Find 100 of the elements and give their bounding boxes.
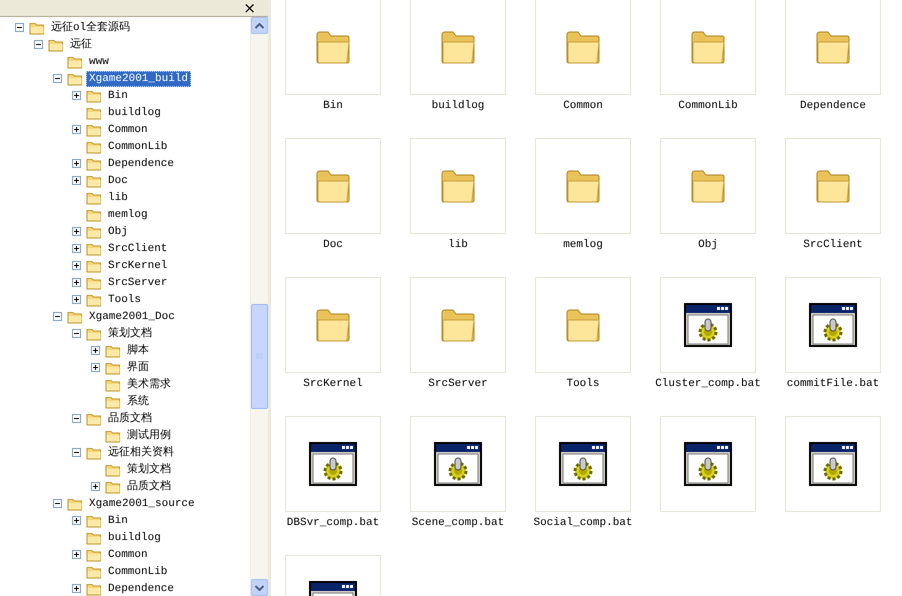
expand-toggle[interactable] — [89, 482, 102, 491]
file-thumbnail[interactable] — [285, 138, 381, 234]
file-thumbnail[interactable] — [535, 0, 631, 95]
tree-item-label[interactable]: 脚本 — [124, 342, 152, 358]
file-thumbnail[interactable] — [285, 416, 381, 512]
file-name[interactable]: DBSvr_comp.bat — [286, 516, 380, 530]
tree-item-label[interactable]: Doc — [105, 172, 131, 188]
file-name[interactable]: Social_comp.bat — [533, 516, 633, 530]
tree-item-label[interactable]: SrcServer — [105, 274, 170, 290]
close-button[interactable]: × — [241, 0, 258, 16]
tree-item-label[interactable]: 系统 — [124, 394, 152, 410]
tree-item-label[interactable]: CommonLib — [105, 564, 170, 580]
file-name[interactable]: Dependence — [800, 99, 866, 113]
file-thumbnail[interactable] — [285, 0, 381, 95]
tree-item-label[interactable]: www — [86, 54, 112, 70]
collapse-toggle[interactable] — [32, 40, 45, 49]
scroll-down-button[interactable] — [251, 579, 268, 596]
file-name[interactable]: Common — [563, 99, 603, 113]
tree-item-label[interactable]: 品质文档 — [105, 410, 155, 426]
collapse-toggle[interactable] — [70, 329, 83, 338]
tree-item-label[interactable]: Tools — [105, 292, 144, 308]
file-thumbnail[interactable] — [785, 416, 881, 512]
tree-item-label[interactable]: Common — [105, 546, 151, 562]
file-name[interactable]: memlog — [563, 238, 603, 252]
file-name[interactable]: SrcClient — [803, 238, 863, 252]
expand-toggle[interactable] — [89, 363, 102, 372]
tree-item-label[interactable]: 测试用例 — [124, 428, 174, 444]
file-thumbnail[interactable] — [660, 416, 756, 512]
collapse-toggle[interactable] — [70, 414, 83, 423]
file-thumbnail[interactable] — [660, 277, 756, 373]
tree-item-label[interactable]: 策划文档 — [124, 462, 174, 478]
expand-toggle[interactable] — [70, 91, 83, 100]
collapse-toggle[interactable] — [70, 448, 83, 457]
file-thumbnail[interactable] — [785, 0, 881, 95]
file-name[interactable]: SrcServer — [428, 377, 488, 391]
tree-item-label[interactable]: 策划文档 — [105, 326, 155, 342]
file-thumbnail[interactable] — [785, 277, 881, 373]
file-thumbnail[interactable] — [410, 416, 506, 512]
file-name[interactable]: Doc — [323, 238, 343, 252]
file-thumbnail[interactable] — [660, 138, 756, 234]
file-name[interactable]: Scene_comp.bat — [412, 516, 504, 530]
vertical-scrollbar[interactable] — [250, 17, 268, 596]
tree-item-label[interactable]: 远征 — [67, 36, 95, 52]
tree-item-label[interactable]: Xgame2001_source — [86, 496, 198, 512]
tree-item-label[interactable]: 远征ol全套源码 — [48, 20, 134, 36]
tree-item-label[interactable]: Obj — [105, 224, 131, 240]
expand-toggle[interactable] — [70, 261, 83, 270]
expand-toggle[interactable] — [70, 550, 83, 559]
file-thumbnail[interactable] — [535, 138, 631, 234]
file-thumbnail[interactable] — [410, 138, 506, 234]
file-name[interactable]: CommonLib — [678, 99, 738, 113]
tree-item-label[interactable]: Dependence — [105, 580, 178, 596]
tree-item-label[interactable]: 品质文档 — [124, 478, 174, 494]
file-thumbnail[interactable] — [535, 416, 631, 512]
file-name[interactable]: Obj — [698, 238, 718, 252]
tree-item-label[interactable]: Bin — [105, 88, 131, 104]
tree-item-label[interactable]: memlog — [105, 206, 151, 222]
expand-toggle[interactable] — [70, 295, 83, 304]
expand-toggle[interactable] — [70, 176, 83, 185]
file-name[interactable]: buildlog — [432, 99, 484, 113]
expand-toggle[interactable] — [70, 516, 83, 525]
tree-item-label[interactable]: buildlog — [105, 104, 164, 120]
expand-toggle[interactable] — [70, 584, 83, 593]
tree-item-label[interactable]: CommonLib — [105, 138, 170, 154]
collapse-toggle[interactable] — [13, 23, 26, 32]
tree-item-label[interactable]: 界面 — [124, 360, 152, 376]
expand-toggle[interactable] — [89, 346, 102, 355]
tree-item-label[interactable]: Bin — [105, 512, 131, 528]
expand-toggle[interactable] — [70, 278, 83, 287]
expand-toggle[interactable] — [70, 159, 83, 168]
expand-toggle[interactable] — [70, 227, 83, 236]
expand-toggle[interactable] — [70, 244, 83, 253]
file-thumbnail[interactable] — [410, 277, 506, 373]
file-name[interactable]: commitFile.bat — [786, 377, 880, 391]
expand-toggle[interactable] — [70, 125, 83, 134]
file-name[interactable]: lib — [448, 238, 468, 252]
tree-item-label[interactable]: SrcKernel — [105, 258, 170, 274]
tree-item-label[interactable]: Dependence — [105, 156, 178, 172]
file-thumbnail[interactable] — [660, 0, 756, 95]
file-thumbnail[interactable] — [785, 138, 881, 234]
tree-item-label[interactable]: 美术需求 — [124, 376, 174, 392]
file-thumbnail[interactable] — [535, 277, 631, 373]
tree-item-label[interactable]: buildlog — [105, 530, 164, 546]
collapse-toggle[interactable] — [51, 499, 64, 508]
file-name[interactable]: Cluster_comp.bat — [655, 377, 761, 391]
file-name[interactable]: Bin — [323, 99, 343, 113]
file-name[interactable]: SrcKernel — [303, 377, 363, 391]
collapse-toggle[interactable] — [51, 74, 64, 83]
file-name[interactable]: Tools — [566, 377, 600, 391]
tree-item-label[interactable]: 远征相关资料 — [105, 444, 177, 460]
tree-item-label[interactable]: lib — [105, 190, 131, 206]
file-thumbnail[interactable] — [410, 0, 506, 95]
collapse-toggle[interactable] — [51, 312, 64, 321]
tree-item-label[interactable]: Xgame2001_build — [86, 70, 192, 86]
tree-item-label[interactable]: Xgame2001_Doc — [86, 308, 178, 324]
file-thumbnail[interactable] — [285, 277, 381, 373]
scroll-thumb[interactable] — [251, 304, 268, 409]
scroll-up-button[interactable] — [251, 17, 268, 34]
tree-item-label[interactable]: SrcClient — [105, 240, 170, 256]
tree-item-label[interactable]: Common — [105, 122, 151, 138]
